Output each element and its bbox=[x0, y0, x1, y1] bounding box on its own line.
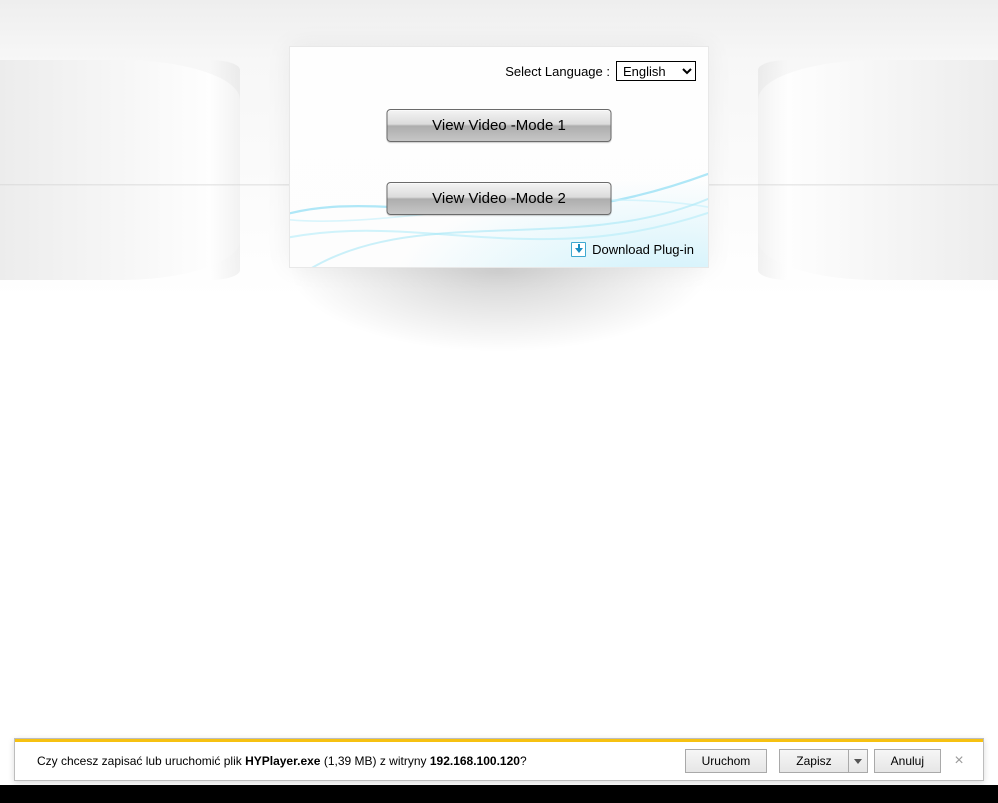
notification-host: 192.168.100.120 bbox=[430, 754, 520, 768]
save-dropdown-arrow[interactable] bbox=[848, 749, 868, 773]
language-row: Select Language : English bbox=[505, 61, 696, 81]
cancel-button[interactable]: Anuluj bbox=[874, 749, 941, 773]
close-notification-button[interactable]: × bbox=[945, 752, 973, 770]
chevron-down-icon bbox=[854, 759, 862, 764]
notification-message: Czy chcesz zapisać lub uruchomić plik HY… bbox=[37, 754, 679, 768]
notification-filename: HYPlayer.exe bbox=[245, 754, 320, 768]
notification-suffix: ? bbox=[520, 754, 527, 768]
save-button[interactable]: Zapisz bbox=[779, 749, 847, 773]
download-plugin-label: Download Plug-in bbox=[592, 242, 694, 257]
download-notification-bar: Czy chcesz zapisać lub uruchomić plik HY… bbox=[14, 738, 984, 781]
view-video-mode2-button[interactable]: View Video -Mode 2 bbox=[387, 182, 612, 215]
download-icon bbox=[571, 242, 586, 257]
view-video-mode1-button[interactable]: View Video -Mode 1 bbox=[387, 109, 612, 142]
bg-wall-right bbox=[758, 60, 998, 280]
bg-wall-left bbox=[0, 60, 240, 280]
notification-size: (1,39 MB) z witryny bbox=[320, 754, 429, 768]
save-split-button: Zapisz bbox=[773, 749, 867, 773]
login-panel: Select Language : English View Video -Mo… bbox=[289, 46, 709, 268]
language-label: Select Language : bbox=[505, 64, 610, 79]
run-button[interactable]: Uruchom bbox=[685, 749, 768, 773]
notification-prefix: Czy chcesz zapisać lub uruchomić plik bbox=[37, 754, 245, 768]
download-plugin-link[interactable]: Download Plug-in bbox=[571, 242, 694, 257]
language-select[interactable]: English bbox=[616, 61, 696, 81]
bottom-black-bar bbox=[0, 785, 998, 803]
